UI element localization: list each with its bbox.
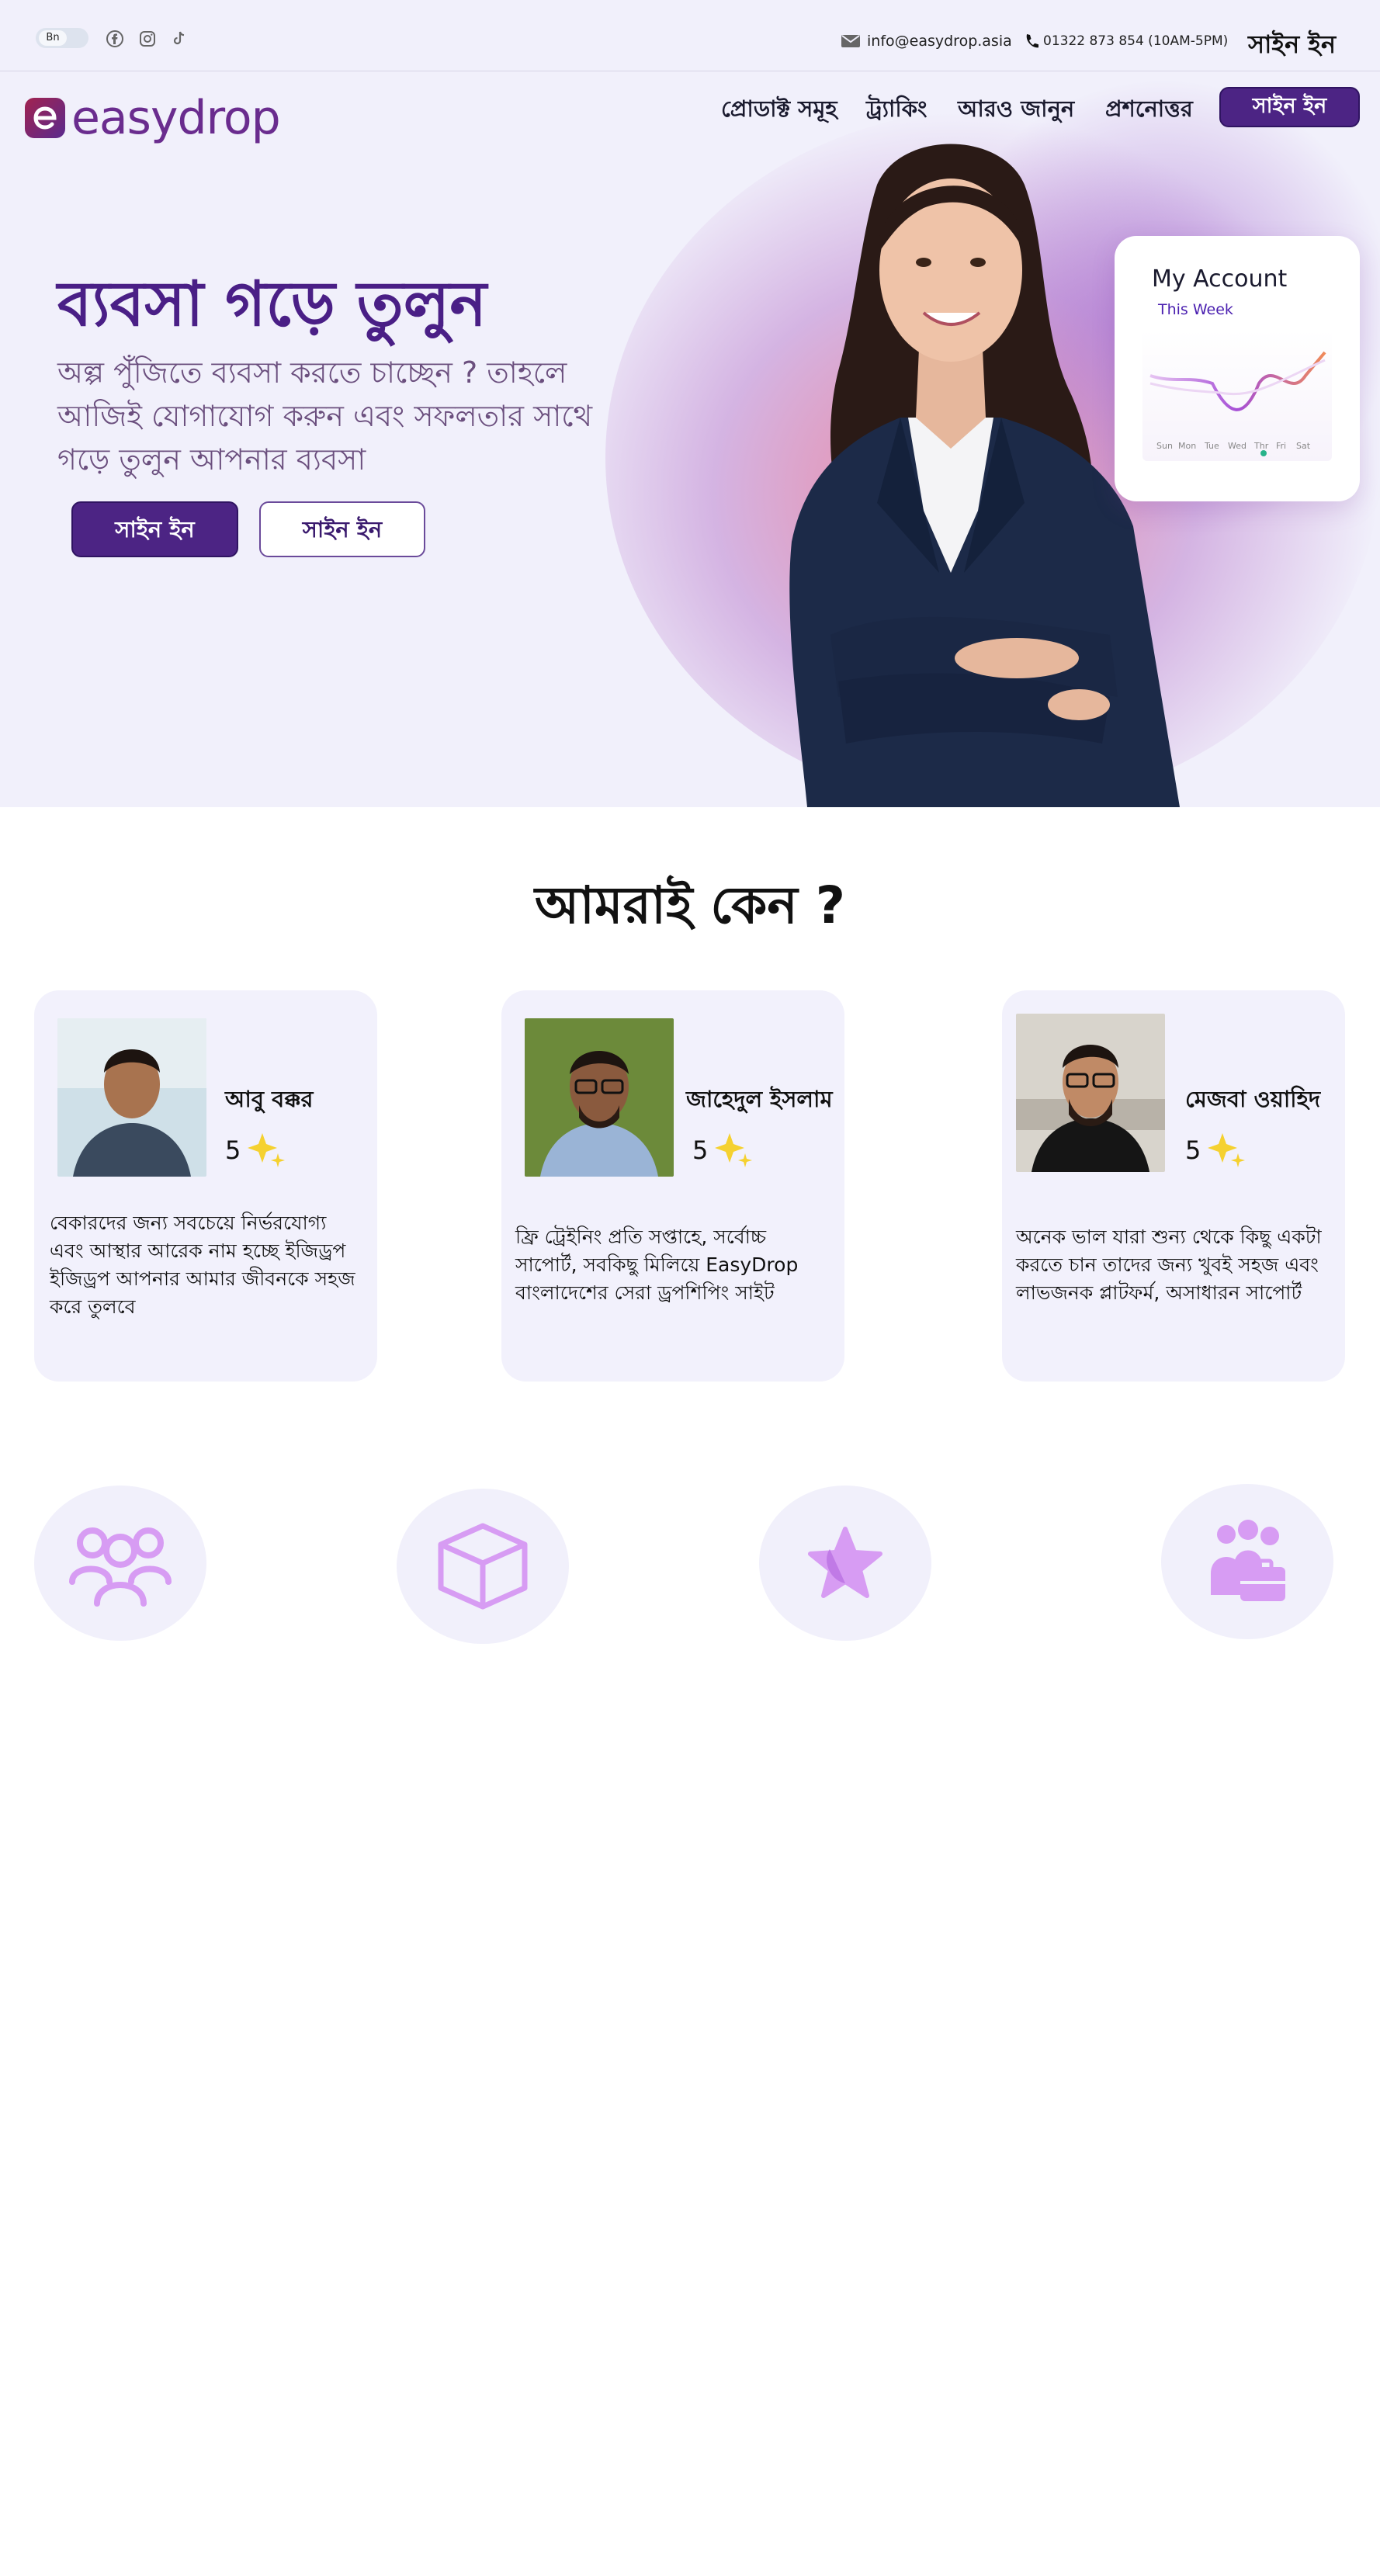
hero-signin-primary-button[interactable]: সাইন ইন: [71, 501, 238, 557]
nav-products[interactable]: প্রোডাক্ট সমূহ: [721, 92, 837, 130]
testimonial-text: বেকারদের জন্য সবচেয়ে নির্ভরযোগ্য এবং আস…: [50, 1212, 355, 1318]
nav-tracking[interactable]: ট্র্যাকিং: [866, 92, 927, 130]
testimonial-name: আবু বক্কর: [225, 1086, 314, 1112]
feature-star: [759, 1486, 931, 1641]
phone-icon: [1026, 34, 1038, 48]
top-bar: Bn info@easydrop.asia 01322 873 854 (10A…: [0, 0, 1380, 71]
feature-box: [397, 1489, 569, 1644]
nav-signin-button[interactable]: সাইন ইন: [1219, 87, 1360, 127]
testimonial-card: জাহেদুল ইসলাম 5 ফ্রি ট্রেইনিং প্রতি সপ্ত…: [501, 990, 844, 1382]
logo-text: easydrop: [71, 91, 281, 145]
testimonial-name: মেজবা ওয়াহিদ: [1185, 1086, 1321, 1112]
top-signin-link[interactable]: সাইন ইন: [1248, 25, 1336, 67]
rating-value: 5: [1185, 1135, 1201, 1165]
mail-icon: [841, 35, 860, 47]
nav-learn-more[interactable]: আরও জানুন: [958, 92, 1074, 130]
testimonial-text: অনেক ভাল যারা শুন্য থেকে কিছু একটা করতে …: [1016, 1226, 1322, 1304]
account-card-period: This Week: [1158, 301, 1233, 318]
facebook-icon[interactable]: [106, 29, 124, 48]
logo-mark-icon: [25, 98, 65, 138]
hero-subtitle: অল্প পুঁজিতে ব্যবসা করতে চাচ্ছেন ? তাহলে…: [57, 355, 593, 477]
team-briefcase-icon: [1211, 1520, 1285, 1601]
testimonial-avatar: [1016, 1014, 1165, 1172]
hero-signin-secondary-button[interactable]: সাইন ইন: [259, 501, 425, 557]
language-label: Bn: [39, 30, 67, 46]
testimonial-name: জাহেদুল ইসলাম: [686, 1086, 833, 1112]
nav-faq[interactable]: প্রশনোত্তর: [1105, 92, 1193, 130]
day-label: Fri: [1276, 441, 1287, 451]
account-card-title: My Account: [1152, 265, 1288, 293]
email-text: info@easydrop.asia: [867, 33, 1012, 50]
sparkle-icon: [715, 1133, 753, 1167]
testimonial-avatar: [57, 1018, 206, 1177]
feature-users: [34, 1486, 206, 1641]
hero-section: Bn info@easydrop.asia 01322 873 854 (10A…: [0, 0, 1380, 807]
sparkle-icon: [248, 1133, 286, 1167]
box-icon: [438, 1523, 528, 1610]
testimonial-card: আবু বক্কর 5 বেকারদের জন্য সবচেয়ে নির্ভর…: [34, 990, 377, 1382]
phone-text: 01322 873 854 (10AM-5PM): [1043, 33, 1229, 49]
tiktok-icon[interactable]: [169, 29, 188, 48]
rating-value: 5: [692, 1135, 709, 1165]
instagram-icon[interactable]: [138, 29, 157, 48]
day-label: Thr: [1254, 441, 1269, 451]
brand-logo[interactable]: easydrop: [25, 91, 281, 145]
day-label: Mon: [1178, 441, 1197, 451]
day-label: Wed: [1228, 441, 1247, 451]
day-label: Tue: [1205, 441, 1219, 451]
sparkle-icon: [1208, 1133, 1246, 1167]
why-us-title: আমরাই কেন ?: [535, 875, 845, 935]
star-icon: [808, 1527, 882, 1598]
hero-title: ব্যবসা গড়ে তুলুন: [57, 268, 487, 340]
testimonial-avatar: [525, 1018, 674, 1177]
testimonial-rating: 5: [225, 1130, 287, 1170]
testimonial-rating: 5: [692, 1130, 754, 1170]
feature-team: [1161, 1484, 1333, 1639]
testimonial-card: মেজবা ওয়াহিদ 5 অনেক ভাল যারা শুন্য থেকে…: [1002, 990, 1345, 1382]
testimonial-text: ফ্রি ট্রেইনিং প্রতি সপ্তাহে, সর্বোচ্চ সা…: [515, 1226, 799, 1304]
contact-phone[interactable]: 01322 873 854 (10AM-5PM): [1025, 31, 1228, 51]
day-label: Sat: [1296, 441, 1311, 451]
rating-value: 5: [225, 1135, 241, 1165]
language-toggle[interactable]: Bn: [36, 28, 88, 48]
users-icon: [69, 1527, 172, 1607]
testimonial-rating: 5: [1185, 1130, 1247, 1170]
day-label: Sun: [1156, 441, 1173, 451]
contact-email[interactable]: info@easydrop.asia: [841, 31, 1012, 51]
account-card: My Account This Week Sun Mon Tue Wed Thr…: [1115, 236, 1360, 501]
